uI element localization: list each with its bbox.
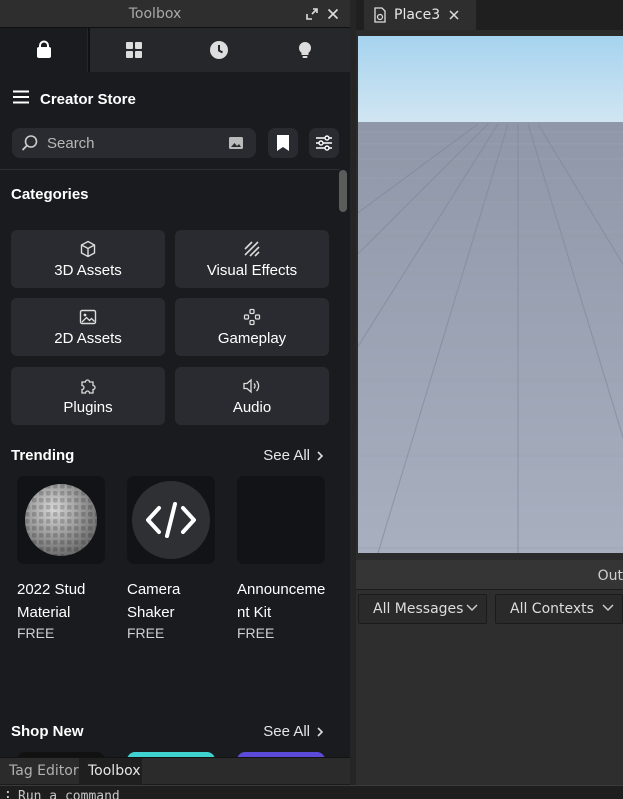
- categories-title: Categories: [11, 186, 89, 203]
- sliders-icon: [316, 135, 332, 151]
- asset-thumbnail: [237, 476, 325, 564]
- gamepad-icon: [243, 308, 261, 325]
- lightbulb-icon: [298, 41, 311, 58]
- tab-tag-editor[interactable]: Tag Editor: [0, 758, 79, 785]
- panel-tabs: Tag Editor Toolbox: [0, 757, 350, 785]
- tab-place3[interactable]: Place3: [364, 0, 476, 30]
- image-icon: [79, 309, 97, 324]
- asset-thumbnail: [17, 476, 105, 564]
- image-search-icon[interactable]: [228, 135, 244, 156]
- tab-marketplace[interactable]: [0, 28, 87, 72]
- trending-item[interactable]: Camera Shaker FREE: [127, 476, 217, 641]
- chevron-right-icon: [317, 450, 324, 461]
- undock-icon[interactable]: [304, 6, 320, 22]
- stripes-icon: [244, 240, 260, 257]
- category-visual-effects[interactable]: Visual Effects: [175, 230, 329, 288]
- category-plugins[interactable]: Plugins: [11, 367, 165, 425]
- toolbox-panel: Toolbox Creator Store Search Categories …: [0, 0, 350, 799]
- toolbox-title: Toolbox: [128, 6, 182, 22]
- toolbox-tabs: [0, 28, 350, 72]
- shop-new-title: Shop New: [11, 723, 84, 740]
- chevron-right-icon: [317, 726, 324, 737]
- command-prompt: :: [4, 787, 12, 799]
- store-header: Creator Store: [12, 90, 136, 109]
- category-gameplay[interactable]: Gameplay: [175, 298, 329, 356]
- menu-icon[interactable]: [12, 90, 30, 109]
- script-file-icon: [374, 7, 386, 23]
- close-icon[interactable]: [325, 6, 341, 22]
- 3d-viewport[interactable]: [358, 36, 623, 553]
- command-input[interactable]: Run a command: [18, 789, 120, 799]
- asset-thumbnail: [127, 476, 215, 564]
- stud-sphere-icon: [25, 484, 97, 556]
- asset-name: Announcement Kit: [237, 581, 326, 621]
- shop-new-see-all-link[interactable]: See All: [263, 723, 324, 740]
- asset-price: FREE: [17, 625, 55, 641]
- category-3d-assets[interactable]: 3D Assets: [11, 230, 165, 288]
- bookmark-icon: [277, 135, 289, 151]
- bookmark-button[interactable]: [268, 128, 298, 158]
- output-header: Out: [356, 560, 623, 590]
- chevron-down-icon: [466, 604, 478, 612]
- tab-recent[interactable]: [175, 28, 262, 72]
- chevron-down-icon: [602, 604, 614, 612]
- output-panel: Out All Messages All Contexts: [356, 560, 623, 785]
- store-title: Creator Store: [40, 91, 136, 108]
- code-icon: [132, 481, 210, 559]
- grid-icon: [125, 42, 142, 58]
- output-title: Out: [597, 568, 623, 584]
- asset-price: FREE: [127, 625, 165, 641]
- tab-toolbox[interactable]: Toolbox: [79, 758, 142, 785]
- messages-filter-dropdown[interactable]: All Messages: [358, 594, 487, 624]
- cube-icon: [80, 240, 96, 257]
- filter-button[interactable]: [309, 128, 339, 158]
- clock-icon: [209, 41, 228, 59]
- asset-price: FREE: [237, 625, 275, 641]
- command-bar: : Run a command: [0, 785, 623, 799]
- search-icon: [21, 134, 39, 157]
- trending-title: Trending: [11, 447, 75, 464]
- puzzle-icon: [81, 378, 96, 394]
- tab-inventory[interactable]: [90, 28, 177, 72]
- category-audio[interactable]: Audio: [175, 367, 329, 425]
- search-placeholder: Search: [47, 135, 95, 152]
- scrollbar[interactable]: [339, 170, 347, 212]
- tab-creations[interactable]: [261, 28, 348, 72]
- baseplate-scene: [358, 36, 623, 553]
- trending-see-all-link[interactable]: See All: [263, 447, 324, 464]
- close-tab-icon[interactable]: [448, 9, 460, 21]
- search-input[interactable]: Search: [12, 128, 256, 158]
- speaker-icon: [243, 378, 260, 393]
- category-2d-assets[interactable]: 2D Assets: [11, 298, 165, 356]
- asset-name: 2022 Stud Material: [17, 581, 86, 621]
- trending-item[interactable]: Announcement Kit FREE: [237, 476, 327, 641]
- toolbox-titlebar: Toolbox: [0, 0, 350, 28]
- contexts-filter-dropdown[interactable]: All Contexts: [495, 594, 623, 624]
- divider: [0, 169, 340, 170]
- shopping-bag-icon: [36, 40, 51, 58]
- document-tabs: Place3: [356, 0, 623, 30]
- trending-item[interactable]: 2022 Stud Material FREE: [17, 476, 107, 641]
- asset-name: Camera Shaker: [127, 581, 181, 621]
